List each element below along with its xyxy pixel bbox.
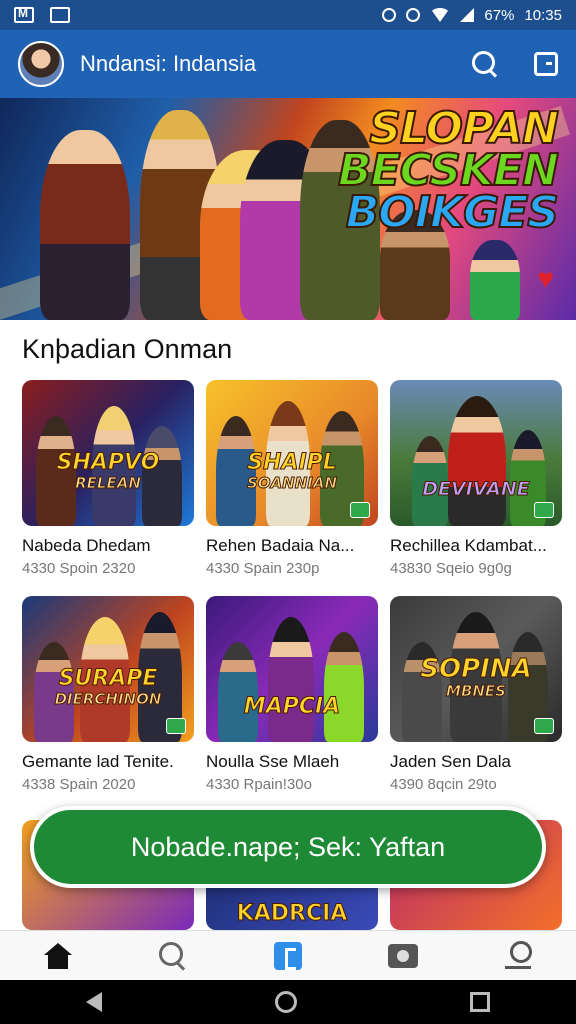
- library-icon: [273, 941, 302, 970]
- search-icon: [158, 941, 187, 970]
- game-meta: 4390 8qcin 29to: [390, 776, 497, 793]
- system-nav-bar: [0, 980, 576, 1024]
- alarm-icon: [406, 8, 421, 22]
- nav-library[interactable]: [268, 936, 308, 976]
- app-title: Nndansi: Indansia: [80, 51, 257, 76]
- home-icon: [43, 942, 72, 969]
- game-thumbnail[interactable]: SOPINA MBNES: [390, 596, 562, 742]
- game-title[interactable]: Rehen Badaia Na...: [206, 536, 378, 556]
- signal-icon: [460, 8, 475, 22]
- game-card[interactable]: MAPCIA Noulla Sse Mlaeh 4330 Rpain!30o: [206, 596, 378, 793]
- game-thumbnail[interactable]: SURAPE DIERCHINON: [22, 596, 194, 742]
- wifi-icon: [430, 8, 451, 22]
- game-card[interactable]: SOPINA MBNES Jaden Sen Dala 4390 8qcin 29…: [390, 596, 562, 793]
- nav-search[interactable]: [153, 936, 193, 976]
- nav-camera[interactable]: [383, 936, 423, 976]
- location-pin-icon: [505, 940, 533, 971]
- game-meta: 4330 Spain 230p: [206, 560, 320, 577]
- back-icon[interactable]: [86, 992, 103, 1012]
- game-title[interactable]: Noulla Sse Mlaeh: [206, 752, 378, 772]
- game-logo: SOPINA MBNES: [420, 654, 532, 700]
- game-meta: 4330 Spoin 2320: [22, 560, 136, 577]
- hero-figure: [40, 130, 130, 320]
- game-card[interactable]: DEVIVANE Rechillea Kdambat... 43830 Sqei…: [390, 380, 562, 577]
- game-thumbnail[interactable]: SHAPVO RELEAN: [22, 380, 194, 526]
- game-card[interactable]: SHAIPL SOANNIAN Rehen Badaia Na... 4330 S…: [206, 380, 378, 577]
- game-meta: 43830 Sqeio 9g0g: [390, 560, 512, 577]
- game-title[interactable]: Gemante lad Tenite.: [22, 752, 194, 772]
- section-title: Knþadian Onman: [22, 334, 233, 364]
- home-circle-icon[interactable]: [274, 991, 297, 1013]
- banner-logo: SLOPAN BECSKEN BOIKGES: [337, 103, 560, 238]
- game-title[interactable]: Jaden Sen Dala: [390, 752, 562, 772]
- badge-icon: [350, 502, 370, 518]
- game-thumbnail[interactable]: DEVIVANE: [390, 380, 562, 526]
- badge-icon: [534, 502, 554, 518]
- character-figure: [218, 642, 258, 742]
- badge-icon: [534, 718, 554, 734]
- game-logo: MAPCIA: [243, 694, 341, 719]
- search-icon[interactable]: [472, 51, 498, 77]
- badge-icon: [166, 718, 186, 734]
- game-card[interactable]: SURAPE DIERCHINON Gemante lad Tenite. 433…: [22, 596, 194, 793]
- game-logo: DEVIVANE: [422, 478, 531, 500]
- character-figure: [324, 632, 364, 742]
- hero-figure: [470, 240, 520, 320]
- avatar[interactable]: [18, 41, 64, 87]
- game-logo: SURAPE DIERCHINON: [54, 666, 162, 708]
- status-bar: 67% 10:35: [0, 0, 576, 30]
- camera-icon: [388, 943, 419, 968]
- bottom-nav: [0, 930, 576, 980]
- heart-icon: ♥: [537, 263, 554, 294]
- game-title[interactable]: Nabeda Dhedam: [22, 536, 194, 556]
- window-icon[interactable]: [534, 52, 558, 76]
- nav-location[interactable]: [498, 936, 538, 976]
- character-figure: [448, 396, 506, 526]
- image-notification-icon: [50, 7, 70, 23]
- app-bar: Nndansi: Indansia: [0, 30, 576, 98]
- gmail-notification-icon: [14, 6, 34, 23]
- cta-button[interactable]: Nobade.napе; Sek: Yaftan: [30, 806, 546, 888]
- clock: 10:35: [524, 6, 562, 24]
- vibrate-icon: [382, 8, 397, 22]
- game-logo: SHAIPL SOANNIAN: [246, 450, 337, 492]
- game-thumbnail[interactable]: MAPCIA: [206, 596, 378, 742]
- game-meta: 4338 Spain 2020: [22, 776, 136, 793]
- game-meta: 4330 Rpain!30o: [206, 776, 312, 793]
- game-logo: SHAPVO RELEAN: [56, 450, 160, 492]
- battery-level: 67%: [484, 6, 515, 24]
- character-figure: [268, 617, 314, 742]
- nav-home[interactable]: [38, 936, 78, 976]
- game-card[interactable]: SHAPVO RELEAN Nabeda Dhedam 4330 Spoin 23…: [22, 380, 194, 577]
- game-title[interactable]: Rechillea Kdambat...: [390, 536, 562, 556]
- game-thumbnail[interactable]: SHAIPL SOANNIAN: [206, 380, 378, 526]
- recents-icon[interactable]: [469, 992, 490, 1012]
- hero-banner[interactable]: SLOPAN BECSKEN BOIKGES ♥: [0, 98, 576, 320]
- game-logo: KADRCIA: [236, 901, 348, 927]
